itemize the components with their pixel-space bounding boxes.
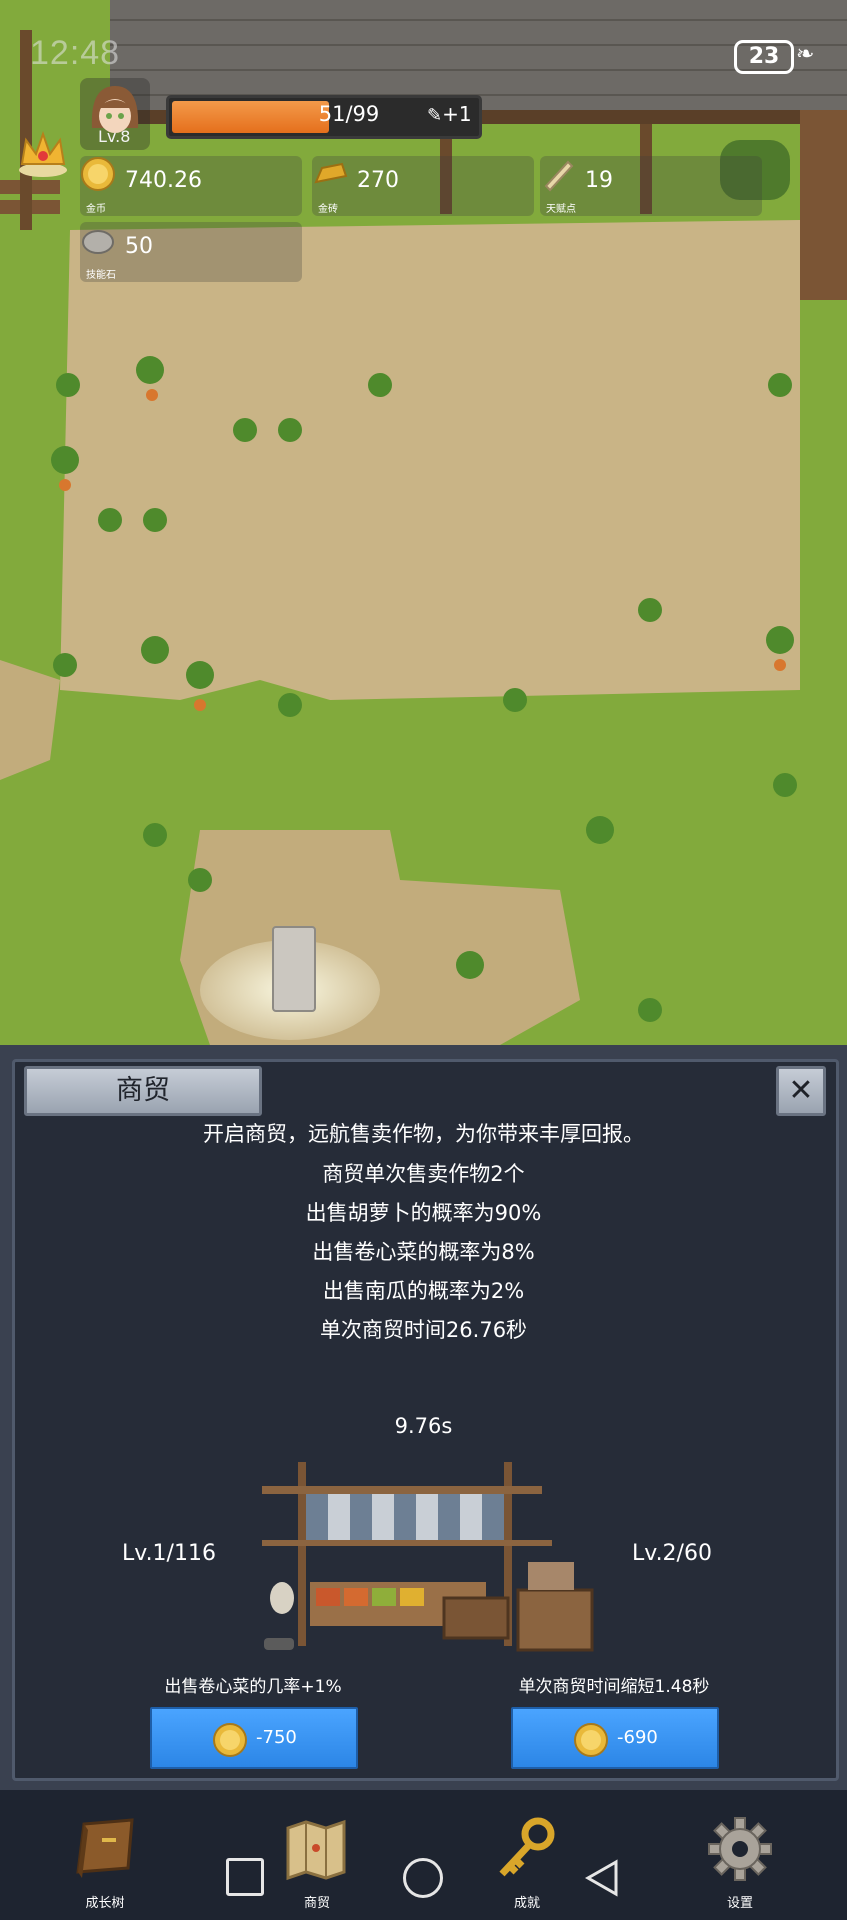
nav-label: 设置 [726,1896,753,1911]
trade-desc-line: 出售胡萝卜的概率为90% [305,1201,542,1225]
resource-stone-label: 技能石 [86,270,116,281]
resource-talent[interactable]: 19 天赋点 [540,156,762,216]
resource-talent-value: 19 [585,168,613,193]
leaf-icon: ❧ [796,42,815,67]
gold-ingot-icon [314,162,348,184]
nav-label: 成就 [513,1896,540,1911]
resource-ingot[interactable]: 270 金砖 [312,156,534,216]
trade-panel-title: 商贸 [24,1066,262,1116]
resource-gold[interactable]: 740.26 金币 [80,156,302,216]
gear-icon [708,1817,772,1881]
crown-icon[interactable] [16,128,70,178]
game-field[interactable]: 12:48 23 ❧ Lv.8 51/99 ✎+1 740.26 金币 270 … [0,0,847,1045]
gold-coin-icon [213,1723,247,1757]
resource-stone-value: 50 [125,234,153,259]
player-level: Lv.8 [98,127,131,146]
left-upgrade-button[interactable]: -750 [150,1707,358,1769]
resource-gold-label: 金币 [86,204,106,215]
trade-timer: 9.76s [394,1414,453,1438]
left-upgrade-price: -750 [256,1727,297,1748]
left-upgrade-effect: 出售卷心菜的几率+1% [164,1677,342,1697]
status-time: 12:48 [30,34,121,72]
bottom-nav: 成长树 商贸 成就 设置 [0,1790,847,1920]
right-upgrade-level: Lv.2/60 [632,1541,712,1566]
nav-item-settings[interactable]: 设置 [695,1790,785,1920]
system-recents-button[interactable] [226,1858,264,1896]
xp-bonus-value: +1 [442,102,472,126]
left-upgrade-level: Lv.1/116 [122,1541,216,1566]
trade-panel-title-text: 商贸 [116,1075,170,1106]
right-upgrade-effect: 单次商贸时间缩短1.48秒 [518,1677,710,1697]
nav-item-achievements[interactable]: 成就 [482,1790,572,1920]
close-icon: ✕ [788,1073,814,1108]
stone-pillar[interactable] [272,926,316,1012]
system-home-button[interactable] [403,1858,443,1898]
right-upgrade-button[interactable]: -690 [511,1707,719,1769]
nav-label: 成长树 [85,1896,125,1911]
trade-desc-line: 出售卷心菜的概率为8% [312,1240,535,1264]
skill-stone-icon [82,230,114,254]
right-upgrade-price: -690 [617,1727,658,1748]
market-stall-illustration [262,1462,594,1652]
resource-talent-label: 天赋点 [546,204,576,215]
trade-desc-line: 开启商贸，远航售卖作物，为你带来丰厚回报。 [203,1122,644,1146]
talent-scroll-icon [544,160,574,192]
xp-value: 51/99 [318,102,380,126]
gold-coin-icon [574,1723,608,1757]
nav-item-trade[interactable]: 商贸 [272,1790,362,1920]
battery-indicator: 23 [734,40,794,74]
nav-label: 商贸 [303,1896,330,1911]
resource-ingot-label: 金砖 [318,204,338,215]
gold-coin-icon [81,157,115,191]
resource-stone[interactable]: 50 技能石 [80,222,302,282]
close-button[interactable]: ✕ [776,1066,826,1116]
system-back-button[interactable] [584,1858,620,1898]
trade-desc-line: 出售南瓜的概率为2% [322,1279,525,1303]
resource-gold-value: 740.26 [125,168,202,193]
xp-bonus: ✎+1 [427,102,472,126]
book-icon [76,1818,134,1878]
xp-bar: 51/99 ✎+1 [166,95,482,139]
trade-desc-line: 商贸单次售卖作物2个 [322,1162,525,1186]
map-icon [286,1819,346,1881]
resource-ingot-value: 270 [357,168,399,193]
trade-desc-line: 单次商贸时间26.76秒 [319,1318,528,1342]
key-icon [499,1817,555,1877]
nav-item-growth-tree[interactable]: 成长树 [60,1790,150,1920]
wrench-icon: ✎ [427,105,443,126]
